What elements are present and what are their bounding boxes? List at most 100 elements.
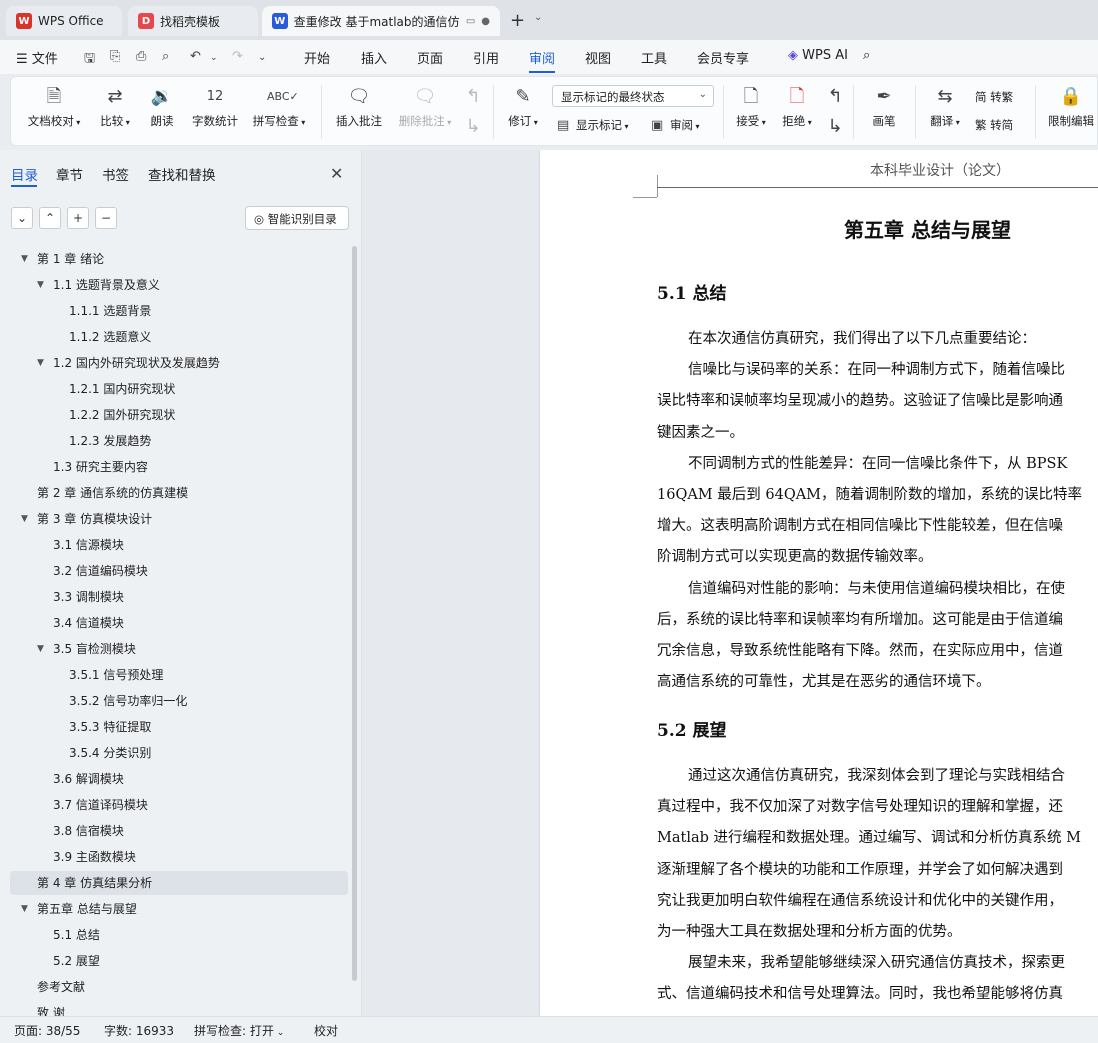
review-pane-button[interactable]: ▣ 审阅 ▾ (651, 117, 700, 133)
spell-check-status[interactable]: 拼写检查: 打开 ⌄ (194, 1022, 284, 1039)
toc-item[interactable]: ▼ 第 1 章 绪论 (10, 247, 348, 271)
nav-tab-bookmarks[interactable]: 书签 (102, 164, 129, 184)
accept-button[interactable]: 🗋 接受 ▾ (731, 85, 771, 129)
expand-triangle-icon[interactable]: ▼ (37, 351, 44, 375)
pen-button[interactable]: ✒ 画笔 (867, 85, 901, 129)
active-tab-indicator (11, 185, 37, 187)
toc-item[interactable]: 致 谢 (10, 1001, 348, 1016)
move-up-button[interactable]: ⌃ (39, 207, 61, 229)
markup-state-select[interactable]: 显示标记的最终状态 ⌄ (552, 85, 714, 107)
insert-comment-button[interactable]: 🗨 插入批注 (333, 85, 385, 129)
compare-button[interactable]: ⇄ 比较 ▾ (95, 85, 135, 129)
scrollbar[interactable] (352, 246, 357, 981)
restrict-edit-button[interactable]: 🔒 限制编辑 (1045, 85, 1097, 129)
tab-wps-office[interactable]: W WPS Office (6, 6, 122, 36)
toc-item[interactable]: 3.4 信道模块 (10, 611, 348, 635)
menu-member[interactable]: 会员专享 (697, 48, 749, 67)
toc-item[interactable]: 1.3 研究主要内容 (10, 455, 348, 479)
toc-item[interactable]: 3.5.4 分类识别 (10, 741, 348, 765)
expand-triangle-icon[interactable]: ▼ (21, 247, 28, 271)
toc-item[interactable]: 5.2 展望 (10, 949, 348, 973)
to-simplified-button[interactable]: 繁 转简 (975, 117, 1013, 133)
toc-item[interactable]: 1.2.2 国外研究现状 (10, 403, 348, 427)
expand-triangle-icon[interactable]: ▼ (37, 637, 44, 661)
remove-heading-button[interactable]: − (95, 207, 117, 229)
redo-icon: ↷ (232, 49, 243, 64)
toc-item[interactable]: 1.2.3 发展趋势 (10, 429, 348, 453)
toc-item[interactable]: 5.1 总结 (10, 923, 348, 947)
chevron-down-icon[interactable]: ⌄ (534, 12, 542, 23)
revise-button[interactable]: ✎ 修订 ▾ (503, 85, 543, 129)
toc-item[interactable]: 第 2 章 通信系统的仿真建模 (10, 481, 348, 505)
toc-item[interactable]: 1.1.1 选题背景 (10, 299, 348, 323)
tab-docer-templates[interactable]: D 找稻壳模板 (128, 6, 258, 36)
add-heading-button[interactable]: + (67, 207, 89, 229)
new-tab-button[interactable]: + (510, 10, 525, 31)
toc-item[interactable]: 1.1.2 选题意义 (10, 325, 348, 349)
undo-dropdown-icon[interactable]: ⌄ (210, 53, 218, 63)
to-traditional-button[interactable]: 简 转繁 (975, 89, 1013, 105)
close-icon[interactable]: ✕ (330, 164, 343, 183)
toc-item[interactable]: 3.6 解调模块 (10, 767, 348, 791)
expand-triangle-icon[interactable]: ▼ (21, 507, 28, 531)
more-chevron-icon[interactable]: ⌄ (258, 52, 266, 63)
menu-references[interactable]: 引用 (473, 48, 499, 67)
menu-file[interactable]: ☰ 文件 (16, 48, 58, 67)
expand-triangle-icon[interactable]: ▼ (21, 897, 28, 921)
toc-item[interactable]: 3.5.1 信号预处理 (10, 663, 348, 687)
nav-tab-sections[interactable]: 章节 (56, 164, 83, 184)
toc-item[interactable]: 第 4 章 仿真结果分析 (10, 871, 348, 895)
nav-tab-find-replace[interactable]: 查找和替换 (148, 164, 216, 184)
collapse-all-button[interactable]: ⌄ (11, 207, 33, 229)
menu-insert[interactable]: 插入 (361, 48, 387, 67)
toc-item[interactable]: 3.8 信宿模块 (10, 819, 348, 843)
search-icon[interactable]: ⌕ (863, 48, 870, 63)
toc-item[interactable]: ▼ 第 3 章 仿真模块设计 (10, 507, 348, 531)
print-icon[interactable]: ⎙ (136, 49, 146, 64)
translate-button[interactable]: ⇆ 翻译 ▾ (925, 85, 965, 129)
word-count-indicator[interactable]: 字数: 16933 (104, 1022, 174, 1039)
toc-item[interactable]: 3.5.2 信号功率归一化 (10, 689, 348, 713)
toc-item[interactable]: 1.2.1 国内研究现状 (10, 377, 348, 401)
save-icon[interactable]: 🖫 (84, 49, 95, 71)
wps-ai-button[interactable]: ◈ WPS AI (788, 48, 848, 63)
print-preview-icon[interactable]: ⌕ (162, 49, 169, 64)
menu-tools[interactable]: 工具 (641, 48, 667, 67)
undo-icon[interactable]: ↶ (190, 49, 201, 64)
reject-button[interactable]: 🗋 拒绝 ▾ (777, 85, 817, 129)
next-change-button[interactable]: ↳ (823, 115, 845, 143)
toc-item[interactable]: 3.9 主函数模块 (10, 845, 348, 869)
page-indicator[interactable]: 页面: 38/55 (14, 1022, 80, 1039)
prev-change-button[interactable]: ↰ (823, 85, 845, 113)
show-markup-button[interactable]: ▤ 显示标记 ▾ (557, 117, 629, 133)
toc-item[interactable]: 3.7 信道译码模块 (10, 793, 348, 817)
read-aloud-button[interactable]: 🔉 朗读 (147, 85, 177, 129)
toc-item-label: 3.8 信宿模块 (53, 824, 124, 838)
body-text-line: 阶调制方式可以实现更高的数据传输效率。 (657, 549, 933, 566)
toc-item[interactable]: 3.1 信源模块 (10, 533, 348, 557)
proofread-button[interactable]: 校对 (314, 1022, 338, 1039)
toc-item[interactable]: ▼ 第五章 总结与展望 (10, 897, 348, 921)
export-pdf-icon[interactable]: ⎘ (110, 49, 120, 64)
toc-item[interactable]: ▼ 1.1 选题背景及意义 (10, 273, 348, 297)
smart-toc-button[interactable]: ◎ 智能识别目录 (245, 206, 349, 230)
menu-view[interactable]: 视图 (585, 48, 611, 67)
tab-current-document[interactable]: W 查重修改 基于matlab的通信仿 ▭ ● (262, 6, 500, 36)
toc-item[interactable]: 3.5.3 特征提取 (10, 715, 348, 739)
toc-item[interactable]: 3.3 调制模块 (10, 585, 348, 609)
toc-item[interactable]: 3.2 信道编码模块 (10, 559, 348, 583)
expand-triangle-icon[interactable]: ▼ (37, 273, 44, 297)
toc-item[interactable]: ▼ 1.2 国内外研究现状及发展趋势 (10, 351, 348, 375)
toc-item[interactable]: ▼ 3.5 盲检测模块 (10, 637, 348, 661)
word-count-button[interactable]: 12 字数统计 (189, 85, 241, 129)
menu-review[interactable]: 审阅 (529, 48, 555, 67)
lock-document-icon: 🔒 (1059, 86, 1083, 107)
menu-home[interactable]: 开始 (304, 48, 330, 67)
doc-check-button[interactable]: 🗎 文档校对 ▾ (25, 85, 83, 129)
toc-item[interactable]: 参考文献 (10, 975, 348, 999)
menu-page[interactable]: 页面 (417, 48, 443, 67)
toc-item-label: 3.5.3 特征提取 (69, 720, 152, 734)
toc-tree: ▼ 第 1 章 绪论 ▼ 1.1 选题背景及意义 1.1.1 选题背景 1.1.2 选题意… (10, 246, 350, 1016)
nav-tab-toc[interactable]: 目录 (11, 164, 38, 184)
spell-check-button[interactable]: ABC✓ 拼写检查 ▾ (249, 85, 309, 129)
